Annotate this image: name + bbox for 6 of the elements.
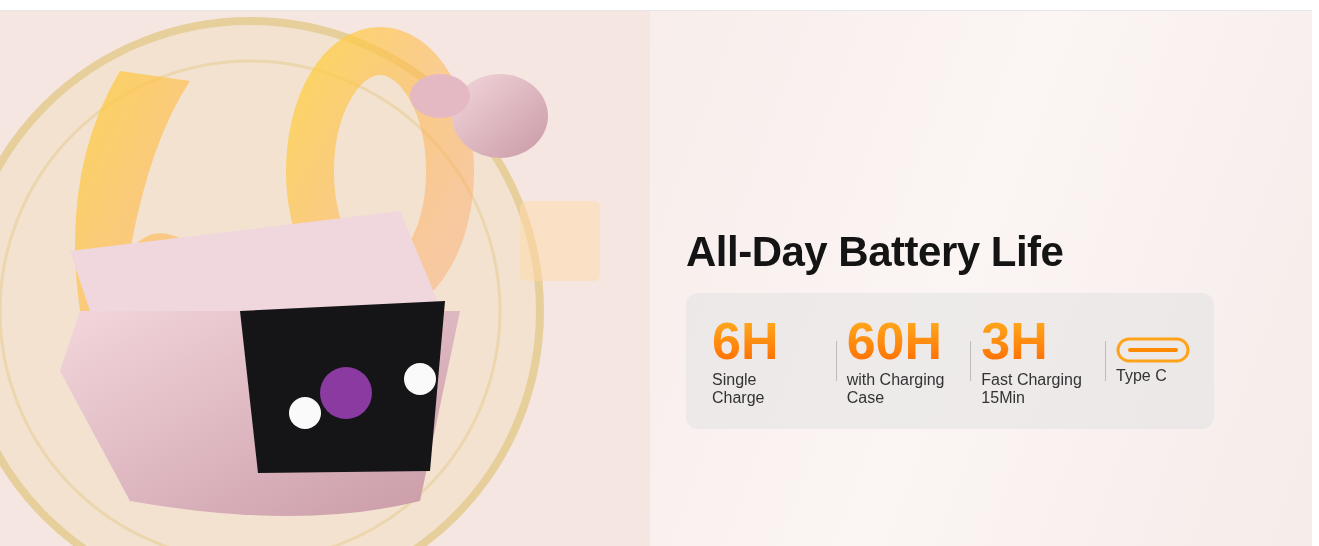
feature-label: Type C: [1116, 366, 1167, 386]
feature-label: Single Charge: [712, 370, 765, 408]
banner-title: All-Day Battery Life: [686, 231, 1064, 273]
usb-c-icon: [1116, 336, 1190, 363]
feature-label: Fast Charging 15Min: [981, 370, 1082, 408]
feature-label: with Charging Case: [846, 370, 945, 408]
